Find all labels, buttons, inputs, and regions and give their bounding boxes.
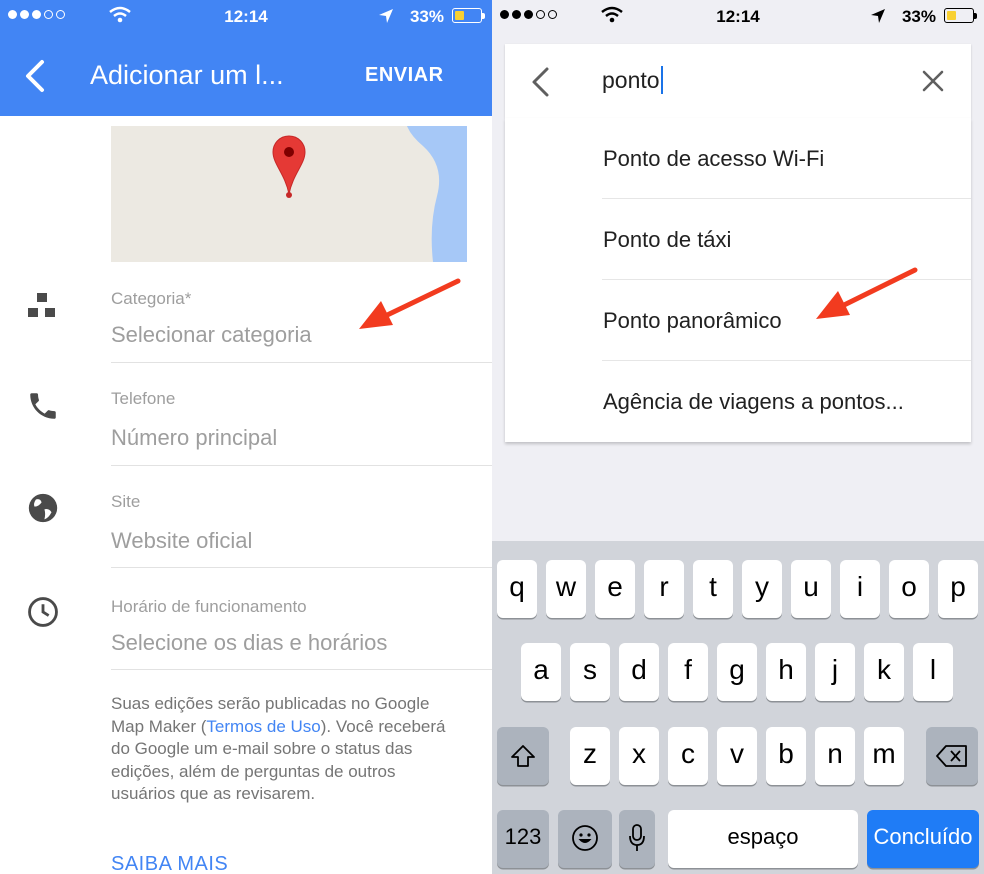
key-y[interactable]: y — [742, 560, 782, 618]
divider — [111, 362, 492, 363]
done-key[interactable]: Concluído — [867, 810, 979, 868]
key-p[interactable]: p — [938, 560, 978, 618]
location-arrow-icon — [870, 8, 886, 29]
key-b[interactable]: b — [766, 727, 806, 785]
key-a[interactable]: a — [521, 643, 561, 701]
close-icon[interactable] — [921, 69, 945, 98]
globe-icon — [26, 491, 60, 530]
battery-percent: 33% — [409, 7, 444, 26]
clock-icon — [26, 595, 60, 634]
phone-field[interactable]: Telefone Número principal — [0, 365, 492, 466]
keyboard: qwertyuiop asdfghjkl zxcvbnm 123 espaço … — [492, 541, 984, 874]
category-search-screen: 12:14 33% ponto Ponto de acesso Wi-Fi Po… — [492, 0, 984, 874]
key-o[interactable]: o — [889, 560, 929, 618]
key-h[interactable]: h — [766, 643, 806, 701]
key-u[interactable]: u — [791, 560, 831, 618]
key-q[interactable]: q — [497, 560, 537, 618]
learn-more-link[interactable]: SAIBA MAIS — [111, 853, 228, 874]
back-arrow-icon[interactable] — [20, 58, 48, 99]
page-title: Adicionar um l... — [90, 60, 284, 90]
key-m[interactable]: m — [864, 727, 904, 785]
opening-hours-select[interactable]: Selecione os dias e horários — [111, 630, 387, 656]
key-r[interactable]: r — [644, 560, 684, 618]
red-arrow-annotation — [359, 278, 461, 329]
key-d[interactable]: d — [619, 643, 659, 701]
key-z[interactable]: z — [570, 727, 610, 785]
suggestion-item[interactable]: Ponto de acesso Wi-Fi — [505, 118, 971, 199]
add-place-screen: Adicionar um l... ENVIAR 12:14 33% Categ… — [0, 0, 492, 874]
website-field[interactable]: Site Website oficial — [0, 467, 492, 568]
phone-label: Telefone — [111, 389, 176, 408]
key-g[interactable]: g — [717, 643, 757, 701]
microphone-key[interactable] — [619, 810, 655, 868]
text-cursor — [660, 66, 663, 94]
website-label: Site — [111, 492, 141, 511]
phone-icon — [26, 389, 60, 428]
opening-hours-field[interactable]: Horário de funcionamento Selecione os di… — [0, 569, 492, 670]
key-l[interactable]: l — [913, 643, 953, 701]
map-pin-icon — [271, 134, 307, 203]
red-arrow-annotation — [816, 267, 918, 319]
back-arrow-icon[interactable] — [529, 66, 551, 103]
backspace-key[interactable] — [926, 727, 978, 785]
map-preview[interactable] — [111, 126, 467, 262]
key-c[interactable]: c — [668, 727, 708, 785]
terms-link[interactable]: Termos de Uso — [206, 717, 320, 736]
numbers-key[interactable]: 123 — [497, 810, 549, 868]
battery-icon — [944, 8, 977, 23]
shift-key[interactable] — [497, 727, 549, 785]
key-j[interactable]: j — [815, 643, 855, 701]
phone-input[interactable]: Número principal — [111, 425, 277, 451]
status-bar: 12:14 33% — [0, 0, 492, 32]
divider — [111, 567, 492, 568]
battery-percent: 33% — [901, 7, 936, 26]
key-t[interactable]: t — [693, 560, 733, 618]
category-label: Categoria* — [111, 289, 192, 308]
suggestion-item[interactable]: Agência de viagens a pontos... — [505, 361, 971, 442]
divider — [111, 669, 492, 670]
send-button[interactable]: ENVIAR — [365, 64, 444, 87]
opening-hours-label: Horário de funcionamento — [111, 597, 307, 616]
key-w[interactable]: w — [546, 560, 586, 618]
key-e[interactable]: e — [595, 560, 635, 618]
key-s[interactable]: s — [570, 643, 610, 701]
key-n[interactable]: n — [815, 727, 855, 785]
key-x[interactable]: x — [619, 727, 659, 785]
divider — [111, 465, 492, 466]
space-key[interactable]: espaço — [668, 810, 858, 868]
key-f[interactable]: f — [668, 643, 708, 701]
publish-notice: Suas edições serão publicadas no Google … — [111, 694, 446, 804]
website-input[interactable]: Website oficial — [111, 528, 252, 554]
location-arrow-icon — [378, 8, 394, 29]
key-k[interactable]: k — [864, 643, 904, 701]
search-bar[interactable]: ponto — [505, 44, 971, 118]
emoji-key[interactable] — [558, 810, 612, 868]
category-icon — [26, 291, 58, 328]
key-v[interactable]: v — [717, 727, 757, 785]
battery-icon — [452, 8, 485, 23]
category-select[interactable]: Selecionar categoria — [111, 322, 312, 348]
search-input[interactable]: ponto — [602, 66, 663, 94]
status-bar: 12:14 33% — [492, 0, 984, 32]
key-i[interactable]: i — [840, 560, 880, 618]
